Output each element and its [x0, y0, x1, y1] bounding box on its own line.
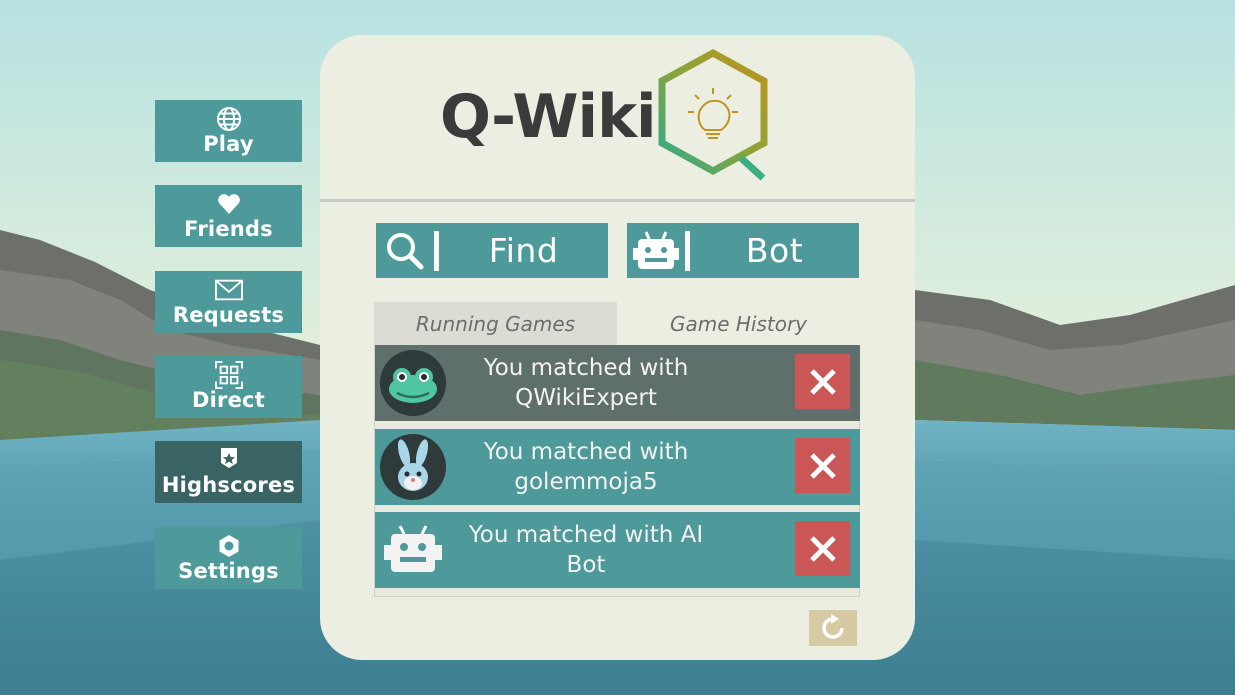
robot-avatar: [379, 516, 447, 584]
side-menu-settings-label: Settings: [178, 559, 279, 583]
game-row[interactable]: You matched with QWikiExpert: [375, 345, 860, 421]
hexagon-lightbulb-icon: [653, 48, 778, 187]
close-icon: [809, 535, 836, 562]
side-menu-play-button[interactable]: Play: [155, 100, 302, 162]
header-divider: [320, 199, 915, 202]
frog-avatar: [379, 349, 447, 417]
side-menu-requests-label: Requests: [172, 303, 285, 327]
game-row-text: You matched with QWikiExpert: [453, 345, 719, 421]
side-menu-highscores-label: Highscores: [161, 473, 296, 497]
side-menu-direct-label: Direct: [192, 388, 265, 412]
side-menu-play-label: Play: [203, 132, 254, 156]
envelope-icon: [214, 277, 243, 303]
side-menu-friends-label: Friends: [184, 217, 273, 241]
globe-icon: [215, 106, 243, 132]
game-row[interactable]: You matched with golemmoja5: [375, 429, 860, 505]
find-button-label: Find: [488, 231, 559, 270]
side-menu-requests-button[interactable]: Requests: [155, 271, 302, 333]
refresh-button[interactable]: [809, 610, 857, 646]
heart-icon: [215, 191, 243, 217]
game-row-text: You matched with golemmoja5: [453, 429, 719, 505]
game-row-text-line-2: QWikiExpert: [515, 385, 657, 411]
search-icon: [376, 223, 434, 278]
game-row[interactable]: You matched with AI Bot: [375, 512, 860, 588]
game-row-text-line-1: You matched with: [483, 439, 689, 465]
main-panel: Q-Wiki Find Bot Running Games Game Histo…: [320, 35, 915, 660]
game-row-text: You matched with AI Bot: [453, 512, 719, 588]
game-row-text-line-2: Bot: [566, 552, 606, 578]
side-menu-settings-button[interactable]: Settings: [155, 527, 302, 589]
game-row-text-line-1: You matched with: [483, 355, 689, 381]
refresh-icon: [822, 614, 844, 639]
side-menu-highscores-button[interactable]: Highscores: [155, 441, 302, 503]
side-menu-direct-button[interactable]: Direct: [155, 356, 302, 418]
delete-game-button[interactable]: [795, 354, 850, 409]
tab-running-games[interactable]: Running Games: [374, 302, 617, 345]
delete-game-button[interactable]: [795, 438, 850, 493]
delete-game-button[interactable]: [795, 521, 850, 576]
side-menu-friends-button[interactable]: Friends: [155, 185, 302, 247]
app-title: Q-Wiki: [440, 82, 657, 152]
rabbit-avatar: [379, 433, 447, 501]
close-icon: [809, 368, 836, 395]
qr-code-icon: [214, 361, 243, 389]
bot-button[interactable]: Bot: [627, 223, 859, 278]
find-button[interactable]: Find: [376, 223, 608, 278]
tab-game-history[interactable]: Game History: [617, 302, 860, 345]
bot-button-label: Bot: [745, 231, 804, 270]
gear-icon: [215, 533, 243, 559]
trophy-icon: [215, 447, 243, 473]
game-row-text-line-1: You matched with AI: [468, 522, 704, 548]
close-icon: [809, 452, 836, 479]
robot-icon: [627, 223, 685, 278]
game-row-text-line-2: golemmoja5: [514, 469, 658, 495]
